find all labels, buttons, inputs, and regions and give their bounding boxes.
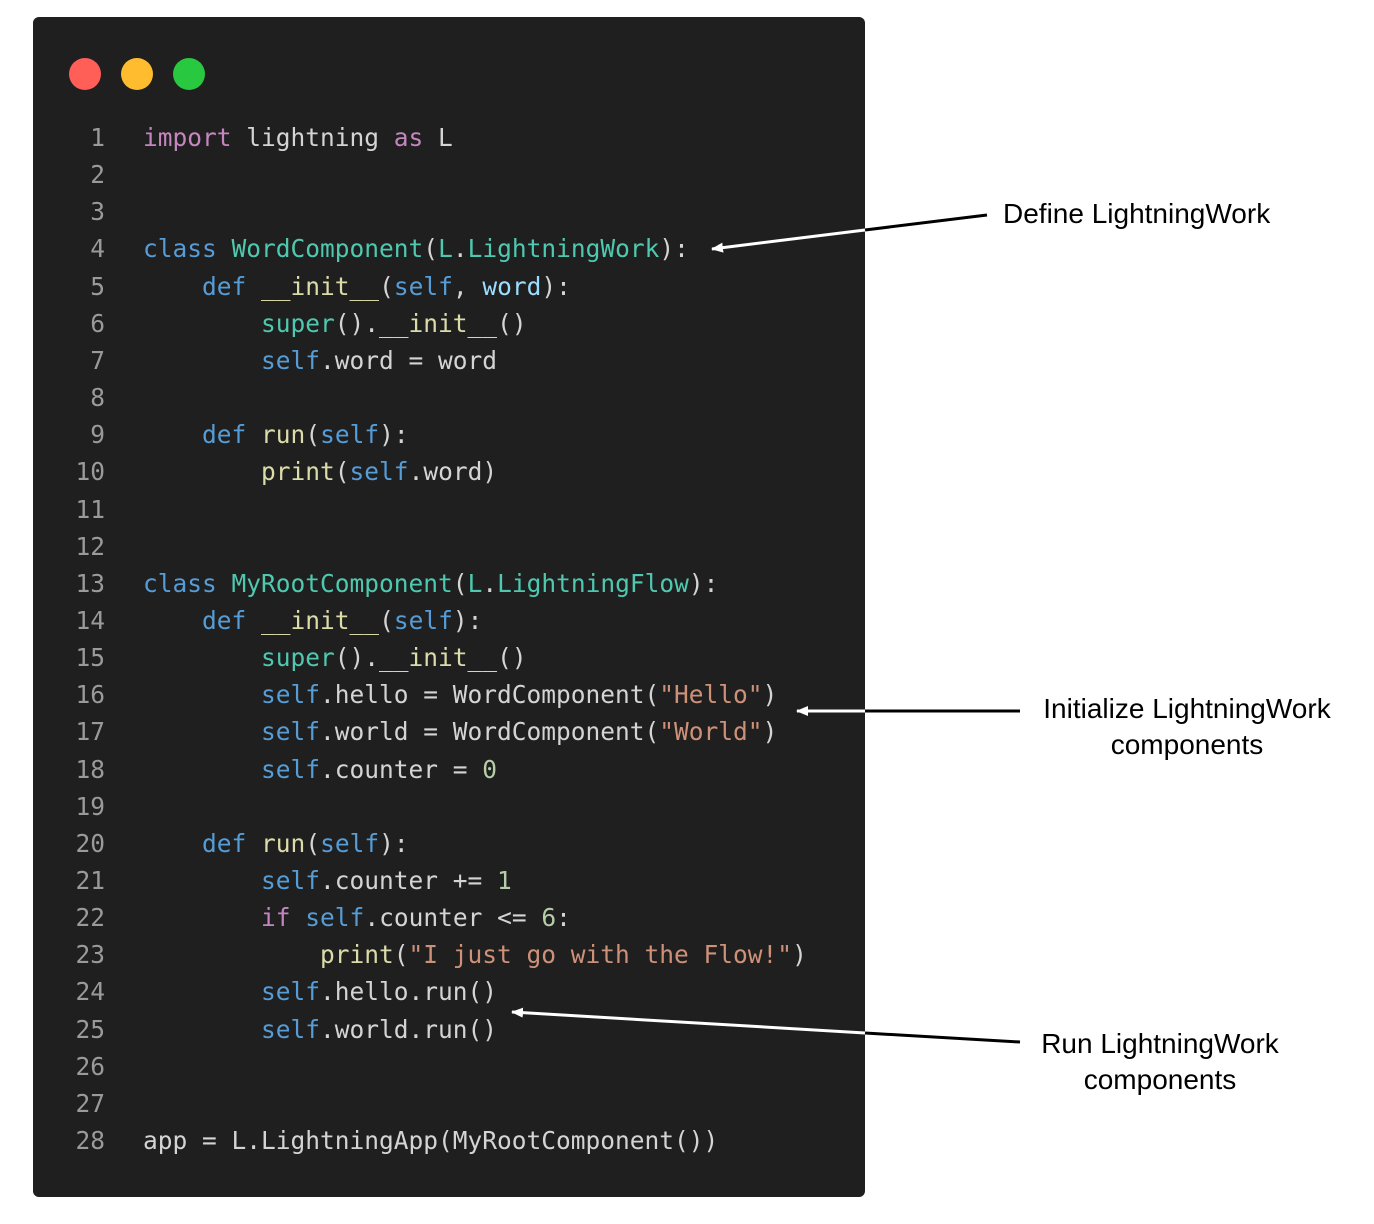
arrow-run-outer (864, 1031, 1021, 1044)
annotation-run-line1: Run LightningWork (1041, 1028, 1279, 1059)
arrow-define-outer (864, 213, 988, 232)
annotation-define-lightningwork: Define LightningWork (1003, 198, 1271, 229)
annotation-initialize-line2: components (1110, 729, 1264, 760)
annotation-run-line2: components (1083, 1064, 1237, 1095)
arrow-define-inner (711, 228, 866, 253)
annotation-run-lightningwork: Run LightningWork components (1032, 1026, 1288, 1098)
annotation-initialize-line1: Initialize LightningWork (1043, 693, 1331, 724)
arrow-run-inner (511, 1007, 866, 1035)
annotation-initialize-lightningwork: Initialize LightningWork components (1033, 691, 1341, 763)
